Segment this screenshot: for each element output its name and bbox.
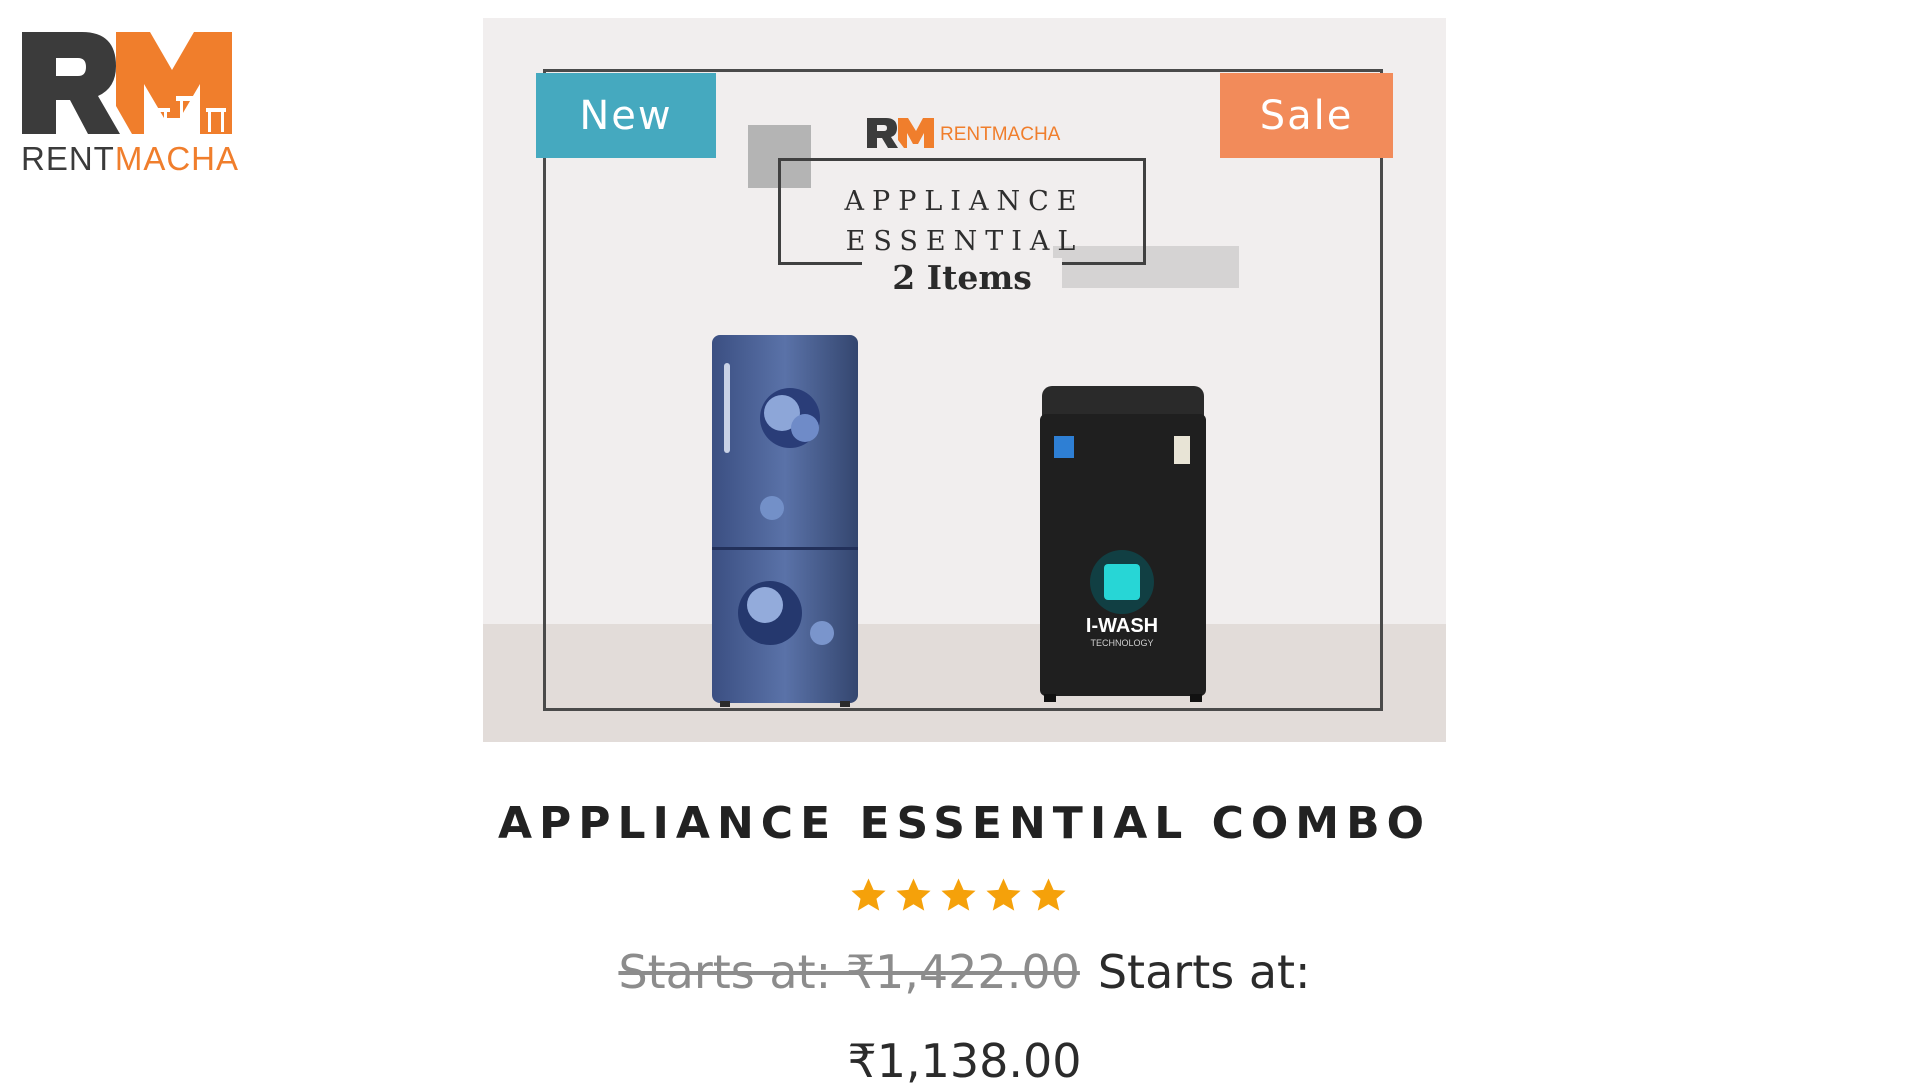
star-icon <box>851 878 886 911</box>
inner-logo-mark-icon <box>867 118 934 148</box>
star-icon <box>1031 878 1066 911</box>
refrigerator-image <box>712 335 858 707</box>
banner-item-count: 2 Items <box>862 258 1062 297</box>
brand-name-part2: MACHA <box>114 140 240 177</box>
inner-brand-logo: RENTMACHA <box>866 116 1076 152</box>
price-original: Starts at: ₹1,422.00 <box>618 945 1080 999</box>
badge-sale: Sale <box>1220 73 1393 158</box>
product-title[interactable]: APPLIANCE ESSENTIAL COMBO <box>483 798 1446 849</box>
brand-name: RENTMACHA <box>21 140 239 178</box>
product-image[interactable]: RENTMACHA APPLIANCE ESSENTIAL 2 Items I-… <box>483 18 1446 742</box>
logo-mark-icon <box>22 32 232 134</box>
star-icon <box>941 878 976 911</box>
banner-line1: APPLIANCE <box>844 186 1085 217</box>
star-icon <box>896 878 931 911</box>
brand-logo[interactable]: RENTMACHA <box>20 30 240 180</box>
badge-new: New <box>536 73 716 158</box>
washer-label: I-WASH <box>1086 615 1158 637</box>
price-label: Starts at: <box>1097 945 1311 999</box>
star-icon <box>986 878 1021 911</box>
star-rating <box>849 876 1079 920</box>
brand-name-part1: RENT <box>21 140 115 177</box>
inner-brand-name: RENTMACHA <box>940 124 1061 145</box>
price-line: Starts at: ₹1,422.00 Starts at: <box>483 945 1446 999</box>
washing-machine-image: I-WASH TECHNOLOGY <box>1040 386 1206 702</box>
banner-line2: ESSENTIAL <box>845 226 1084 257</box>
washer-sublabel: TECHNOLOGY <box>1090 638 1153 648</box>
